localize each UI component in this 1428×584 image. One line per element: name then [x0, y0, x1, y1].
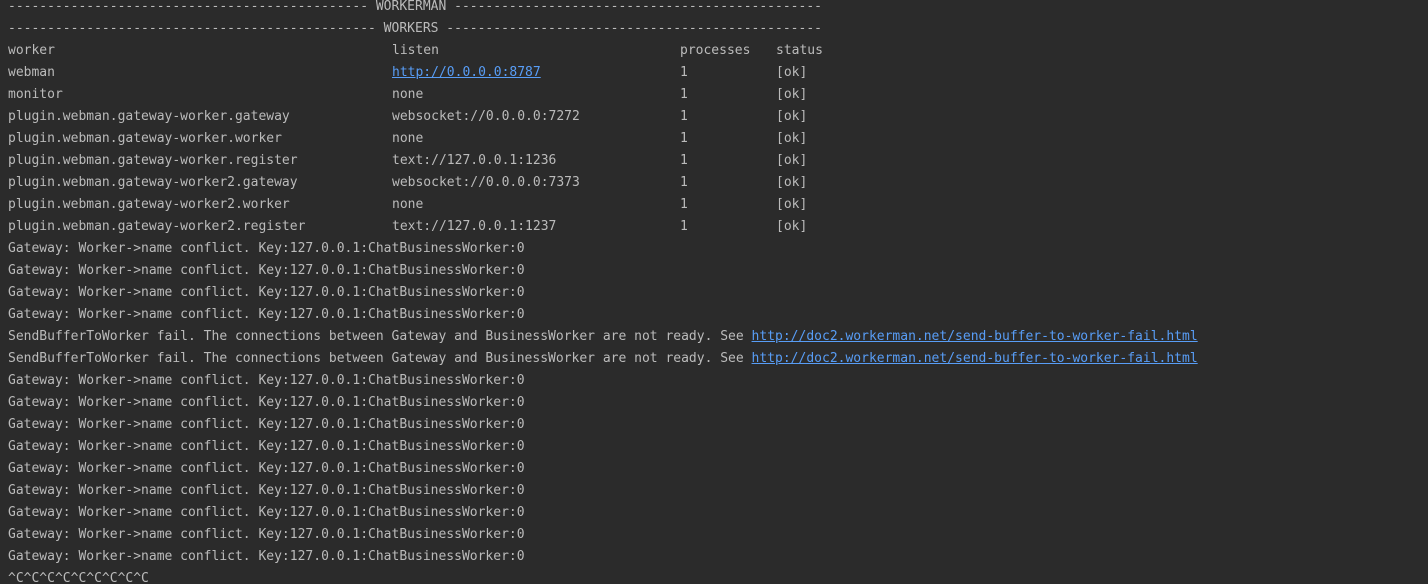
process-count: 1 [680, 153, 688, 168]
listen-address: text://127.0.0.1:1237 [392, 219, 557, 234]
log-line-conflict: Gateway: Worker->name conflict. Key:127.… [8, 439, 525, 454]
table-row: monitor none 1 [ok] [8, 84, 1428, 106]
worker-name: plugin.webman.gateway-worker2.gateway [8, 175, 298, 190]
table-row: plugin.webman.gateway-worker.worker none… [8, 128, 1428, 150]
process-count: 1 [680, 109, 688, 124]
log-line-send-fail: SendBufferToWorker fail. The connections… [8, 348, 1428, 370]
header-listen: listen [392, 43, 439, 58]
log-line-conflict: Gateway: Worker->name conflict. Key:127.… [8, 527, 525, 542]
table-row: plugin.webman.gateway-worker.gateway web… [8, 106, 1428, 128]
header-processes: processes [680, 43, 751, 58]
worker-name: plugin.webman.gateway-worker.gateway [8, 109, 290, 124]
listen-address: none [392, 197, 424, 212]
log-line-conflict: Gateway: Worker->name conflict. Key:127.… [8, 505, 525, 520]
header-worker: worker [8, 43, 55, 58]
status-value: [ok] [776, 153, 808, 168]
log-line-conflict: Gateway: Worker->name conflict. Key:127.… [8, 549, 525, 564]
table-row: webman http://0.0.0.0:8787 1 [ok] [8, 62, 1428, 84]
log-line-conflict: Gateway: Worker->name conflict. Key:127.… [8, 417, 525, 432]
listen-address: none [392, 131, 424, 146]
status-value: [ok] [776, 131, 808, 146]
listen-address: websocket://0.0.0.0:7272 [392, 109, 580, 124]
process-count: 1 [680, 197, 688, 212]
log-line-conflict: Gateway: Worker->name conflict. Key:127.… [8, 483, 525, 498]
status-value: [ok] [776, 197, 808, 212]
listen-link[interactable]: http://0.0.0.0:8787 [392, 62, 541, 84]
process-count: 1 [680, 219, 688, 234]
interrupt-line: ^C^C^C^C^C^C^C^C^C [8, 571, 149, 584]
status-value: [ok] [776, 87, 808, 102]
process-count: 1 [680, 87, 688, 102]
worker-name: plugin.webman.gateway-worker.worker [8, 131, 282, 146]
process-count: 1 [680, 131, 688, 146]
log-line-conflict: Gateway: Worker->name conflict. Key:127.… [8, 241, 525, 256]
status-value: [ok] [776, 65, 808, 80]
send-fail-doc-link[interactable]: http://doc2.workerman.net/send-buffer-to… [752, 329, 1198, 344]
log-line-conflict: Gateway: Worker->name conflict. Key:127.… [8, 285, 525, 300]
log-line-conflict: Gateway: Worker->name conflict. Key:127.… [8, 373, 525, 388]
log-line-send-fail: SendBufferToWorker fail. The connections… [8, 326, 1428, 348]
process-count: 1 [680, 65, 688, 80]
status-value: [ok] [776, 109, 808, 124]
log-line-conflict: Gateway: Worker->name conflict. Key:127.… [8, 461, 525, 476]
log-line-conflict: Gateway: Worker->name conflict. Key:127.… [8, 263, 525, 278]
send-fail-doc-link[interactable]: http://doc2.workerman.net/send-buffer-to… [752, 351, 1198, 366]
table-row: plugin.webman.gateway-worker2.gateway we… [8, 172, 1428, 194]
worker-name: webman [8, 65, 55, 80]
listen-address: websocket://0.0.0.0:7373 [392, 175, 580, 190]
worker-name: monitor [8, 87, 63, 102]
workers-banner: ----------------------------------------… [8, 21, 822, 36]
header-status: status [776, 43, 823, 58]
terminal-output[interactable]: ----------------------------------------… [0, 0, 1428, 584]
worker-name: plugin.webman.gateway-worker2.register [8, 219, 306, 234]
workerman-banner: ----------------------------------------… [8, 0, 822, 14]
log-line-conflict: Gateway: Worker->name conflict. Key:127.… [8, 307, 525, 322]
table-row: plugin.webman.gateway-worker.register te… [8, 150, 1428, 172]
table-row: plugin.webman.gateway-worker2.worker non… [8, 194, 1428, 216]
send-fail-message: SendBufferToWorker fail. The connections… [8, 329, 752, 344]
status-value: [ok] [776, 219, 808, 234]
process-count: 1 [680, 175, 688, 190]
log-line-conflict: Gateway: Worker->name conflict. Key:127.… [8, 395, 525, 410]
worker-name: plugin.webman.gateway-worker.register [8, 153, 298, 168]
listen-address: text://127.0.0.1:1236 [392, 153, 557, 168]
table-row: plugin.webman.gateway-worker2.register t… [8, 216, 1428, 238]
send-fail-message: SendBufferToWorker fail. The connections… [8, 351, 752, 366]
status-value: [ok] [776, 175, 808, 190]
table-header: worker listen processes status [8, 40, 1428, 62]
listen-address: none [392, 87, 424, 102]
worker-name: plugin.webman.gateway-worker2.worker [8, 197, 290, 212]
